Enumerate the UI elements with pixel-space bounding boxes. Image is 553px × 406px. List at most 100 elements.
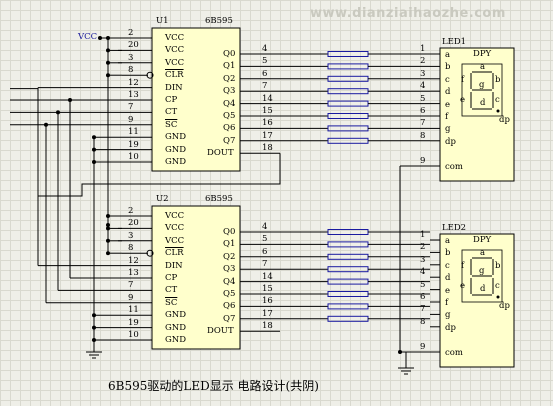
pin-name: Q4 [223,276,236,287]
pin-number: 5 [420,279,426,290]
pin-number: 7 [262,81,268,92]
pin-number: 14 [262,271,273,282]
pin-number: 18 [262,321,273,332]
pin-number: 8 [128,65,134,76]
pin-number: 10 [128,152,139,162]
resistor [327,137,369,144]
pin-name: GND [165,157,187,167]
segment-label: dp [499,301,510,311]
pin-name: c [445,74,450,85]
pin-number: 15 [262,106,273,116]
pin-name: Q3 [223,264,236,275]
pin-number: 4 [420,267,426,278]
pin-name: c [445,260,450,271]
segment-label: c [495,95,500,105]
segment-label: a [480,248,486,258]
resistor [327,88,369,95]
segment-label: d [480,284,486,294]
pin-number: 8 [420,316,426,327]
pin-name: com [445,348,463,358]
pin-name: CLR [165,248,184,259]
segment-label: e [460,281,466,291]
segment-label: dp [499,115,510,125]
pin-name: Q0 [223,227,236,237]
pin-number: 12 [128,77,139,88]
pin-name: VCC [165,57,185,68]
pin-number: 8 [128,243,134,254]
pin-name: GND [165,310,187,321]
segment-label: f [461,261,465,271]
schematic-canvas: www.dianziaihaozhe.com U1 6B595 2 VCC 20 VCC 3… [0,0,553,406]
resistor [327,63,369,70]
resistor [327,278,369,285]
pin-number: 13 [128,268,139,278]
decimal-point [496,109,500,113]
resistor [327,100,369,107]
display-part: DPY [473,49,492,59]
segment-label: f [461,75,465,85]
pin-number: 9 [128,114,134,125]
pin-name: Q5 [223,111,236,121]
pin-number: 7 [128,280,134,291]
pin-name: Q6 [223,123,236,134]
pin-name: dp [445,136,456,147]
pin-name: DIN [165,260,183,271]
resistor [327,241,369,248]
pin-number: 9 [128,292,134,303]
watermark: www.dianziaihaozhe.com [310,6,506,21]
segment-label: d [480,98,486,108]
pin-name: d [445,273,451,284]
pin-number: 2 [128,206,134,216]
pin-name: Q0 [223,49,236,59]
pin-name: VCC [165,223,185,234]
pin-name: DOUT [207,148,234,159]
pin-name: Q5 [223,289,236,299]
chip-part: 6B595 [205,16,233,26]
pin-number: 15 [262,284,273,294]
pin-number: 10 [128,330,139,340]
pin-name: g [445,124,451,135]
resistor [327,253,369,260]
display-ref: LED2 [442,223,467,233]
resistor [327,51,369,57]
pin-name: SC [165,297,178,308]
pin-name: dp [445,322,456,333]
pin-number: 12 [128,255,139,266]
pin-number: 3 [420,254,426,265]
pin-number: 7 [420,118,426,129]
resistor [327,113,369,119]
pin-name: CT [165,285,178,296]
pin-number: 4 [420,81,426,92]
pin-name: VCC [165,45,185,56]
decimal-point [496,295,500,299]
resistor [327,266,369,273]
pin-number: 17 [262,130,273,141]
pin-number: 14 [262,93,273,104]
pin-number: 19 [128,139,139,150]
pin-number: 7 [420,304,426,315]
pin-name: GND [165,322,187,333]
pin-name: Q2 [223,73,236,84]
junction-dot [106,238,110,243]
pin-name: GND [165,144,187,155]
pin-number: 6 [262,68,268,79]
pin-number: 17 [262,308,273,319]
pin-name: f [445,298,449,308]
pin-number: 9 [420,156,426,166]
segment-label: e [460,95,466,105]
pin-number: 6 [420,106,426,116]
resistor [327,229,369,235]
pin-name: Q1 [223,61,236,72]
pin-name: Q1 [223,239,236,250]
pin-number: 20 [128,218,139,229]
pin-name: Q7 [223,313,236,324]
pin-name: SC [165,119,178,130]
pin-number: 2 [420,56,426,67]
display-part: DPY [473,235,492,245]
segment-label: g [479,266,485,276]
pin-name: a [445,236,451,246]
pin-number: 2 [128,28,134,38]
pin-number: 4 [262,44,268,54]
junction-dot [98,36,102,40]
pin-name: CP [165,273,178,283]
